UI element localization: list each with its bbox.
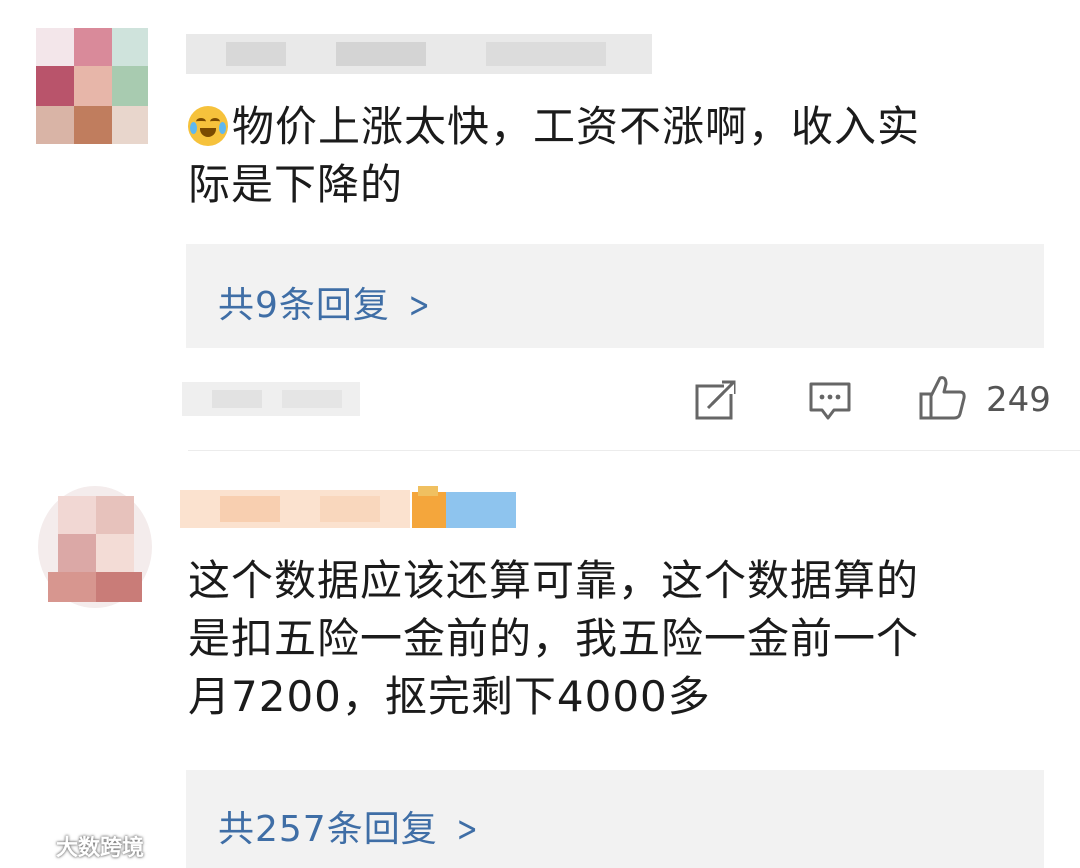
view-replies-link[interactable]: 共257条回复 >: [218, 800, 483, 852]
comment-meta: [182, 382, 360, 416]
replies-box[interactable]: 共9条回复 >: [186, 244, 1044, 348]
username[interactable]: [186, 34, 652, 74]
like-count: 249: [986, 380, 1051, 420]
avatar[interactable]: [38, 486, 152, 608]
comment-icon[interactable]: [808, 380, 852, 422]
watermark: 大数跨境: [6, 830, 144, 862]
chevron-right-icon: >: [408, 285, 431, 326]
chevron-right-icon: >: [456, 809, 479, 850]
laugh-cry-emoji: [188, 106, 228, 146]
comment-text: 物价上涨太快，工资不涨啊，收入实 际是下降的: [188, 102, 921, 209]
avatar[interactable]: [36, 28, 148, 144]
thumbs-up-icon[interactable]: [918, 374, 968, 422]
view-replies-link[interactable]: 共9条回复 >: [218, 276, 435, 328]
share-icon[interactable]: [694, 380, 738, 422]
replies-box[interactable]: 共257条回复 >: [186, 770, 1044, 868]
comment-text: 这个数据应该还算可靠，这个数据算的 是扣五险一金前的，我五险一金前一个 月720…: [188, 556, 920, 721]
watermark-logo-icon: [8, 837, 50, 856]
divider: [188, 450, 1080, 451]
username[interactable]: [180, 486, 524, 532]
